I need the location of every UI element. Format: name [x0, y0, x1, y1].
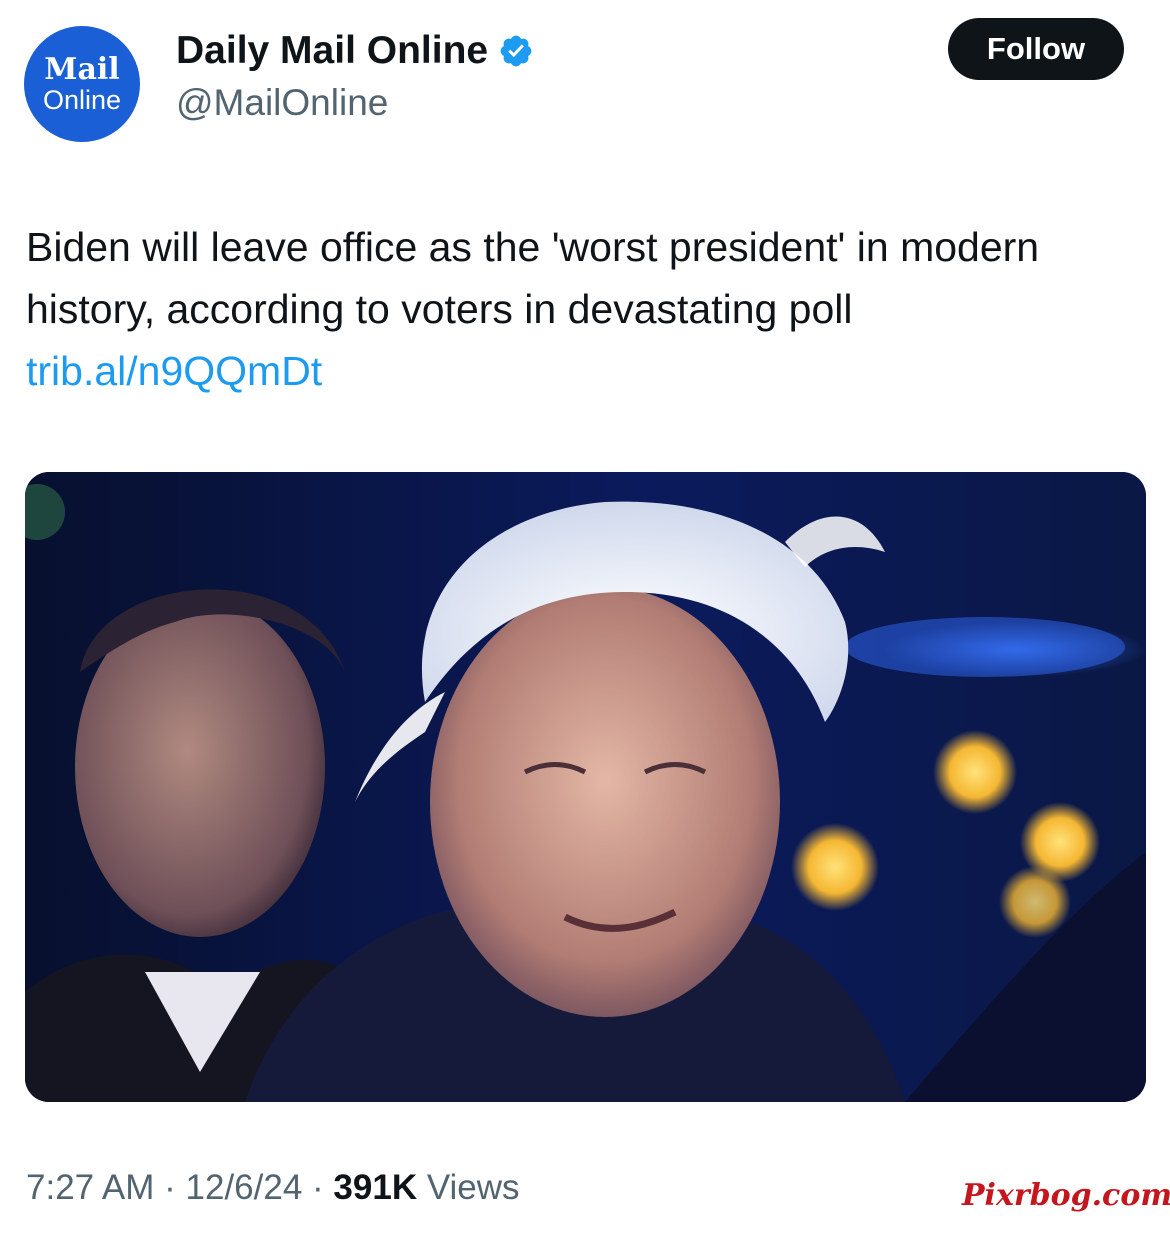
follow-button[interactable]: Follow	[948, 18, 1124, 80]
tweet-meta: 7:27 AM · 12/6/24 · 391K Views	[26, 1168, 520, 1208]
tweet-link[interactable]: trib.al/n9QQmDt	[26, 348, 322, 394]
avatar-logo-text: Mail	[44, 52, 120, 87]
account-name-row[interactable]: Daily Mail Online	[176, 28, 534, 74]
tweet-text: Biden will leave office as the 'worst pr…	[26, 216, 1146, 402]
meta-separator: ·	[154, 1168, 186, 1207]
tweet-body-text: Biden will leave office as the 'worst pr…	[26, 224, 1040, 332]
avatar[interactable]: Mail Online	[24, 26, 140, 142]
account-handle[interactable]: @MailOnline	[176, 82, 388, 124]
avatar-logo-subtext: Online	[42, 85, 122, 115]
display-name[interactable]: Daily Mail Online	[176, 29, 488, 73]
photo-illustration	[25, 472, 1146, 1102]
views-label: Views	[417, 1168, 520, 1207]
watermark: Pixrbog.com	[962, 1178, 1170, 1213]
tweet-media-photo[interactable]	[25, 472, 1146, 1102]
views-count: 391K	[333, 1168, 418, 1207]
meta-separator: ·	[302, 1168, 334, 1207]
tweet-date[interactable]: 12/6/24	[186, 1168, 303, 1207]
verified-badge-icon	[498, 33, 534, 69]
tweet-time[interactable]: 7:27 AM	[26, 1168, 154, 1207]
